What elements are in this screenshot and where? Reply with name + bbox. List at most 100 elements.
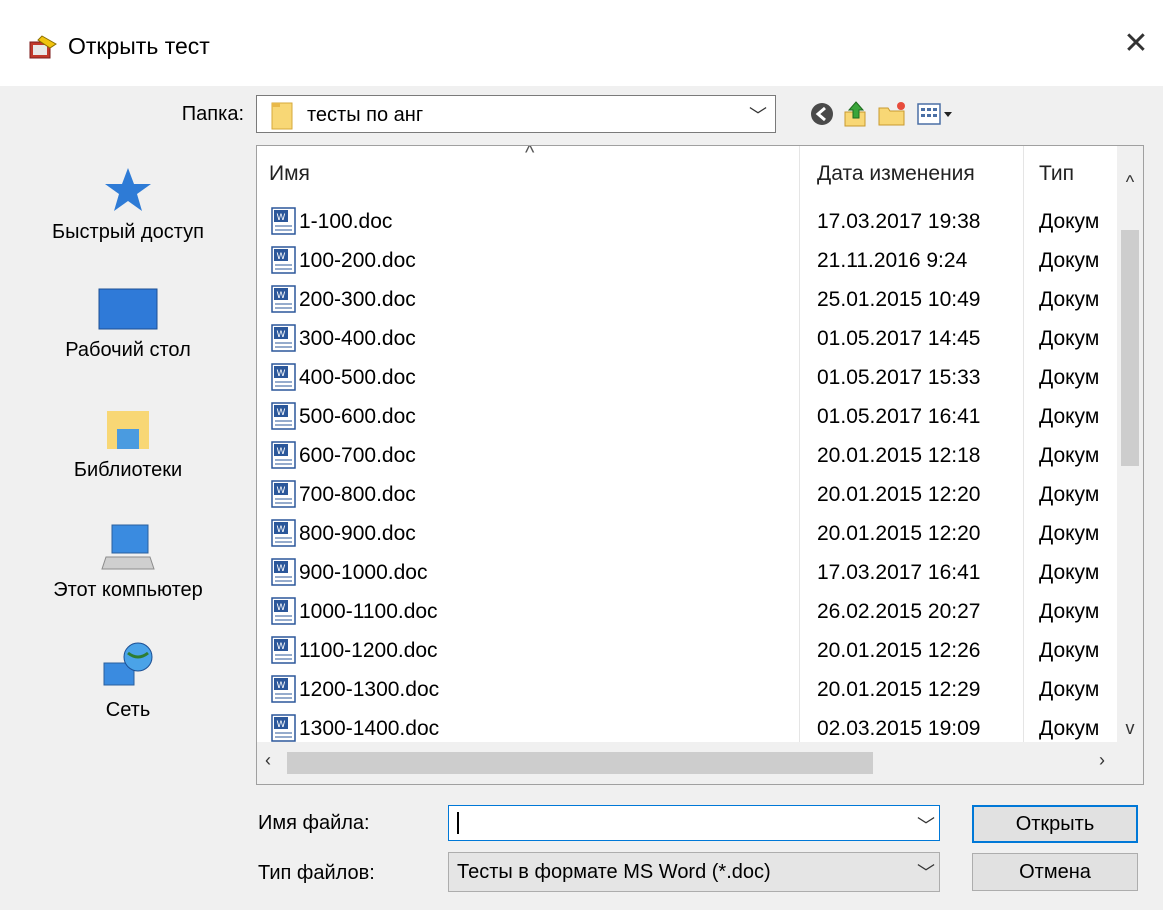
network-icon (103, 642, 153, 686)
sort-ascending-icon: ^ (525, 145, 535, 164)
file-date: 20.01.2015 12:18 (817, 444, 981, 467)
file-date: 26.02.2015 20:27 (817, 600, 981, 623)
up-folder-icon[interactable] (840, 98, 872, 130)
column-header-type[interactable]: Тип (1039, 146, 1074, 196)
file-date: 17.03.2017 19:38 (817, 210, 981, 233)
vertical-scroll-thumb[interactable] (1121, 230, 1139, 466)
file-type: Докум (1039, 327, 1100, 350)
computer-icon (101, 524, 155, 570)
file-name: 900-1000.doc (299, 561, 428, 584)
filename-input[interactable]: ﹀ (448, 805, 940, 841)
file-row[interactable]: W 500-600.doc 01.05.2017 16:41 Докум (257, 397, 1117, 436)
file-date: 20.01.2015 12:20 (817, 522, 981, 545)
place-desktop[interactable]: Рабочий стол (0, 285, 256, 362)
close-button[interactable]: ✕ (1116, 24, 1156, 64)
filename-label: Имя файла: (258, 812, 370, 834)
svg-text:W: W (277, 330, 286, 340)
file-row[interactable]: W 1100-1200.doc 20.01.2015 12:26 Докум (257, 631, 1117, 670)
svg-text:W: W (277, 603, 286, 613)
file-row[interactable]: W 100-200.doc 21.11.2016 9:24 Докум (257, 241, 1117, 280)
file-row[interactable]: W 1200-1300.doc 20.01.2015 12:29 Докум (257, 670, 1117, 709)
svg-text:W: W (277, 252, 286, 262)
file-row[interactable]: W 700-800.doc 20.01.2015 12:20 Докум (257, 475, 1117, 514)
file-row[interactable]: W 200-300.doc 25.01.2015 10:49 Докум (257, 280, 1117, 319)
file-date: 21.11.2016 9:24 (817, 249, 968, 272)
app-icon (29, 35, 57, 59)
open-test-dialog: Открыть тест ✕ Папка: тесты по анг ﹀ Быс… (0, 0, 1163, 910)
file-row[interactable]: W 400-500.doc 01.05.2017 15:33 Докум (257, 358, 1117, 397)
place-libraries[interactable]: Библиотеки (0, 405, 256, 482)
svg-text:W: W (277, 213, 286, 223)
view-menu-icon[interactable] (916, 98, 956, 130)
svg-text:W: W (277, 525, 286, 535)
word-document-icon: W (271, 324, 296, 352)
file-name: 700-800.doc (299, 483, 416, 506)
file-type: Докум (1039, 444, 1100, 467)
back-icon[interactable] (806, 98, 838, 130)
word-document-icon: W (271, 363, 296, 391)
place-this-computer[interactable]: Этот компьютер (0, 523, 256, 602)
svg-text:W: W (277, 681, 286, 691)
file-row[interactable]: W 1000-1100.doc 26.02.2015 20:27 Докум (257, 592, 1117, 631)
file-type: Докум (1039, 522, 1100, 545)
file-type: Докум (1039, 288, 1100, 311)
current-folder: тесты по анг (307, 104, 424, 126)
horizontal-scrollbar[interactable]: ‹ › (257, 742, 1143, 784)
file-name: 1100-1200.doc (299, 639, 438, 662)
svg-text:W: W (277, 642, 286, 652)
file-list[interactable]: Имя ^ Дата изменения Тип W 1-100.doc 17.03… (256, 145, 1144, 785)
file-name: 500-600.doc (299, 405, 416, 428)
places-bar: Быстрый доступ Рабочий стол Библиотеки Э… (0, 145, 256, 770)
chevron-down-icon[interactable]: ﹀ (917, 812, 935, 838)
place-quick-access[interactable]: Быстрый доступ (0, 165, 256, 244)
open-button[interactable]: Открыть (972, 805, 1138, 843)
scroll-up-icon[interactable]: ^ (1117, 172, 1143, 193)
word-document-icon: W (271, 714, 296, 742)
file-date: 01.05.2017 15:33 (817, 366, 981, 389)
word-document-icon: W (271, 441, 296, 469)
scroll-right-icon[interactable]: › (1099, 750, 1105, 771)
file-name: 100-200.doc (299, 249, 416, 272)
file-row[interactable]: W 800-900.doc 20.01.2015 12:20 Докум (257, 514, 1117, 553)
libraries-icon (107, 411, 149, 449)
window-title: Открыть тест (68, 33, 210, 59)
svg-text:W: W (277, 564, 286, 574)
word-document-icon: W (271, 636, 296, 664)
file-name: 800-900.doc (299, 522, 416, 545)
svg-text:W: W (277, 408, 286, 418)
folder-dropdown[interactable]: тесты по анг ﹀ (256, 95, 776, 133)
word-document-icon: W (271, 480, 296, 508)
file-type: Докум (1039, 366, 1100, 389)
file-date: 20.01.2015 12:26 (817, 639, 981, 662)
word-document-icon: W (271, 558, 296, 586)
file-row[interactable]: W 900-1000.doc 17.03.2017 16:41 Докум (257, 553, 1117, 592)
file-row[interactable]: W 600-700.doc 20.01.2015 12:18 Докум (257, 436, 1117, 475)
text-caret (457, 812, 459, 834)
column-header-date[interactable]: Дата изменения (817, 146, 975, 196)
word-document-icon: W (271, 402, 296, 430)
column-header-name[interactable]: Имя (269, 146, 310, 196)
file-name: 200-300.doc (299, 288, 416, 311)
file-row[interactable]: W 300-400.doc 01.05.2017 14:45 Докум (257, 319, 1117, 358)
scroll-down-icon[interactable]: v (1117, 718, 1143, 739)
place-network[interactable]: Сеть (0, 639, 256, 722)
file-name: 1200-1300.doc (299, 678, 440, 701)
new-folder-icon[interactable] (876, 98, 908, 130)
svg-text:W: W (277, 291, 286, 301)
file-type: Докум (1039, 600, 1100, 623)
file-date: 20.01.2015 12:20 (817, 483, 981, 506)
desktop-icon (98, 288, 158, 330)
word-document-icon: W (271, 285, 296, 313)
filetype-select[interactable]: Тесты в формате MS Word (*.doc) ﹀ (448, 852, 940, 892)
file-date: 25.01.2015 10:49 (817, 288, 981, 311)
cancel-button[interactable]: Отмена (972, 853, 1138, 891)
chevron-down-icon: ﹀ (749, 106, 767, 126)
folder-label: Папка: (181, 103, 244, 125)
horizontal-scroll-thumb[interactable] (287, 752, 873, 774)
word-document-icon: W (271, 246, 296, 274)
word-document-icon: W (271, 597, 296, 625)
scroll-left-icon[interactable]: ‹ (265, 750, 271, 771)
file-row[interactable]: W 1-100.doc 17.03.2017 19:38 Докум (257, 202, 1117, 241)
vertical-scrollbar[interactable]: ^ v (1117, 146, 1143, 742)
file-type: Докум (1039, 561, 1100, 584)
